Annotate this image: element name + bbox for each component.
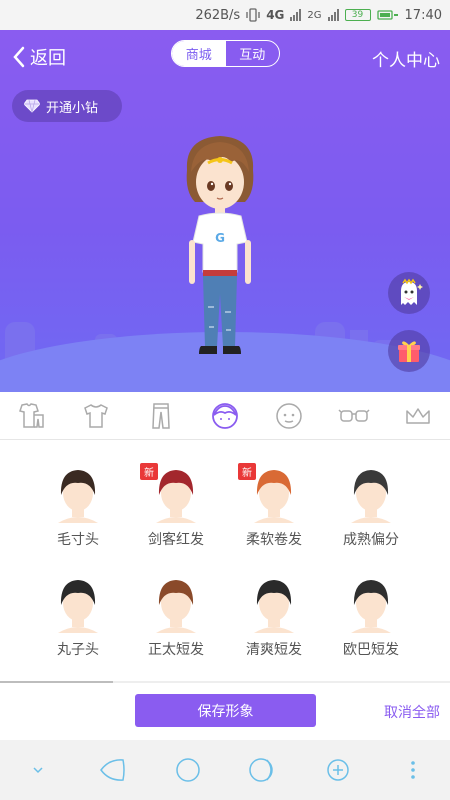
hairstyle-item[interactable]: 新剑客红发: [128, 449, 224, 553]
vip-label: 开通小钻: [46, 100, 99, 116]
hairstyle-item[interactable]: 正太短发: [128, 559, 224, 663]
crown-icon: [406, 407, 430, 424]
hairstyle-grid: 毛寸头新剑客红发新柔软卷发 成熟偏分 丸子头 正太短发 清爽短发 欧巴短发: [0, 441, 450, 681]
signal-icon-2: [327, 9, 339, 21]
hairstyle-label: 毛寸头: [57, 532, 99, 548]
hairstyle-label: 成熟偏分: [343, 532, 399, 548]
system-nav-bar: [0, 740, 450, 800]
hairstyle-label: 柔软卷发: [246, 532, 302, 548]
hair-icon: [212, 402, 238, 429]
back-shape-icon: [99, 759, 125, 781]
cancel-all-button[interactable]: 取消全部: [384, 702, 440, 722]
network-type-1: 4G: [266, 8, 285, 22]
nav-recent[interactable]: [243, 750, 283, 790]
chevron-left-icon: [13, 46, 25, 68]
avatar-stage: 返回 商城 互动 个人中心 开通小钻 G: [0, 30, 450, 392]
mode-switch: 商城 互动: [171, 40, 280, 67]
hairstyle-thumbnail: [254, 580, 294, 633]
network-speed: 262B/s: [195, 7, 241, 23]
scroll-indicator: [0, 681, 450, 683]
battery-icon: 39: [344, 9, 371, 21]
category-tabs: [0, 392, 450, 440]
tab-hair[interactable]: [205, 396, 245, 436]
nav-back[interactable]: [93, 750, 133, 790]
tab-shirt[interactable]: [76, 396, 116, 436]
more-vertical-icon: [410, 761, 415, 779]
new-badge: 新: [238, 463, 256, 480]
back-label: 返回: [30, 48, 66, 69]
pants-icon: [151, 402, 170, 429]
hairstyle-label: 欧巴短发: [343, 642, 399, 658]
plus-circle-icon: [326, 759, 349, 781]
svg-text:G: G: [215, 231, 225, 245]
hairstyle-item[interactable]: 成熟偏分: [323, 449, 419, 553]
ghost-mascot-icon: [401, 278, 423, 305]
shirt-icon: [84, 403, 109, 428]
hairstyle-item[interactable]: 欧巴短发: [323, 559, 419, 663]
tab-pants[interactable]: [141, 396, 181, 436]
tab-outfit-set[interactable]: [12, 396, 52, 436]
tab-crown[interactable]: [398, 396, 438, 436]
glasses-icon: [338, 408, 370, 422]
outfit-set-icon: [19, 402, 44, 428]
recent-apps-icon: [248, 758, 273, 782]
signal-icon: [290, 9, 302, 21]
hairstyle-thumbnail: [156, 580, 196, 633]
face-icon: [276, 402, 303, 429]
back-button[interactable]: 返回: [12, 44, 66, 70]
hairstyle-thumbnail: [58, 470, 98, 523]
scroll-indicator-fill: [0, 681, 113, 683]
new-badge: 新: [140, 463, 158, 480]
hairstyle-thumbnail: [58, 580, 98, 633]
vibrate-icon: [246, 8, 260, 22]
hairstyle-label: 丸子头: [57, 642, 99, 658]
diamond-icon: [24, 99, 40, 113]
hairstyle-label: 清爽短发: [246, 642, 302, 658]
nav-more[interactable]: [393, 750, 433, 790]
chevron-down-icon: [32, 767, 43, 774]
avatar-character[interactable]: G: [175, 132, 265, 362]
status-bar: 262B/s 4G 2G 39 17:40: [0, 0, 450, 30]
gift-button[interactable]: [388, 330, 430, 372]
charging-icon: [376, 8, 399, 22]
profile-center-link[interactable]: 个人中心: [372, 46, 440, 71]
network-type-2: 2G: [307, 9, 322, 21]
hairstyle-item[interactable]: 丸子头: [30, 559, 126, 663]
hairstyle-label: 正太短发: [148, 642, 204, 658]
hairstyle-label: 剑客红发: [148, 532, 204, 548]
hairstyle-thumbnail: [351, 470, 391, 523]
tab-interact[interactable]: 互动: [226, 41, 280, 66]
nav-add[interactable]: [318, 750, 358, 790]
hairstyle-item[interactable]: 清爽短发: [226, 559, 322, 663]
clock: 17:40: [404, 7, 442, 23]
tab-glasses[interactable]: [334, 396, 374, 436]
ghost-mascot-button[interactable]: [388, 272, 430, 314]
home-circle-icon: [175, 758, 200, 782]
nav-home[interactable]: [168, 750, 208, 790]
hairstyle-thumbnail: [351, 580, 391, 633]
hairstyle-item[interactable]: 毛寸头: [30, 449, 126, 553]
hairstyle-item[interactable]: 新柔软卷发: [226, 449, 322, 553]
gift-icon: [398, 341, 420, 362]
tab-mall[interactable]: 商城: [172, 41, 226, 66]
tab-face[interactable]: [269, 396, 309, 436]
save-avatar-button[interactable]: 保存形象: [135, 694, 316, 727]
nav-collapse[interactable]: [18, 750, 58, 790]
vip-button[interactable]: 开通小钻: [12, 90, 122, 122]
